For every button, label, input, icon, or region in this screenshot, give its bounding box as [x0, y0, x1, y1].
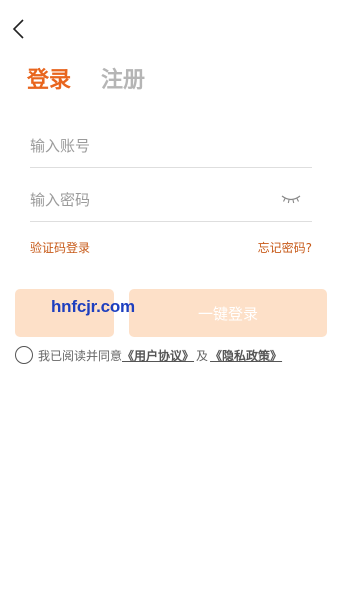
login-buttons: 一键登录 hnfcjr.com	[15, 289, 327, 337]
account-field	[30, 124, 312, 168]
auth-tabs: 登录 注册	[27, 62, 145, 94]
password-field	[30, 178, 312, 222]
forgot-password-link[interactable]: 忘记密码?	[258, 239, 312, 256]
password-input[interactable]	[30, 178, 312, 221]
back-button[interactable]	[6, 16, 30, 42]
password-visibility-toggle[interactable]	[280, 191, 302, 207]
eye-closed-icon	[281, 195, 301, 204]
tab-register[interactable]: 注册	[101, 62, 145, 94]
sms-login-link[interactable]: 验证码登录	[30, 239, 90, 256]
agreement-row: 我已阅读并同意 《用户协议》 及 《隐私政策》	[15, 346, 282, 364]
one-click-login-button[interactable]: 一键登录	[129, 289, 327, 337]
user-agreement-link[interactable]: 《用户协议》	[122, 347, 194, 364]
agreement-and: 及	[196, 348, 209, 363]
privacy-policy-link[interactable]: 《隐私政策》	[210, 347, 282, 364]
agreement-checkbox[interactable]	[15, 346, 33, 364]
agreement-prefix: 我已阅读并同意	[38, 348, 123, 363]
chevron-left-icon	[12, 19, 24, 39]
login-button[interactable]	[15, 289, 114, 337]
tab-login[interactable]: 登录	[27, 62, 71, 94]
account-input[interactable]	[30, 124, 312, 167]
login-screen: 登录 注册 验证码登录 忘记密码? 一键登录 hnfcjr.com 我已阅读并同…	[0, 0, 342, 608]
